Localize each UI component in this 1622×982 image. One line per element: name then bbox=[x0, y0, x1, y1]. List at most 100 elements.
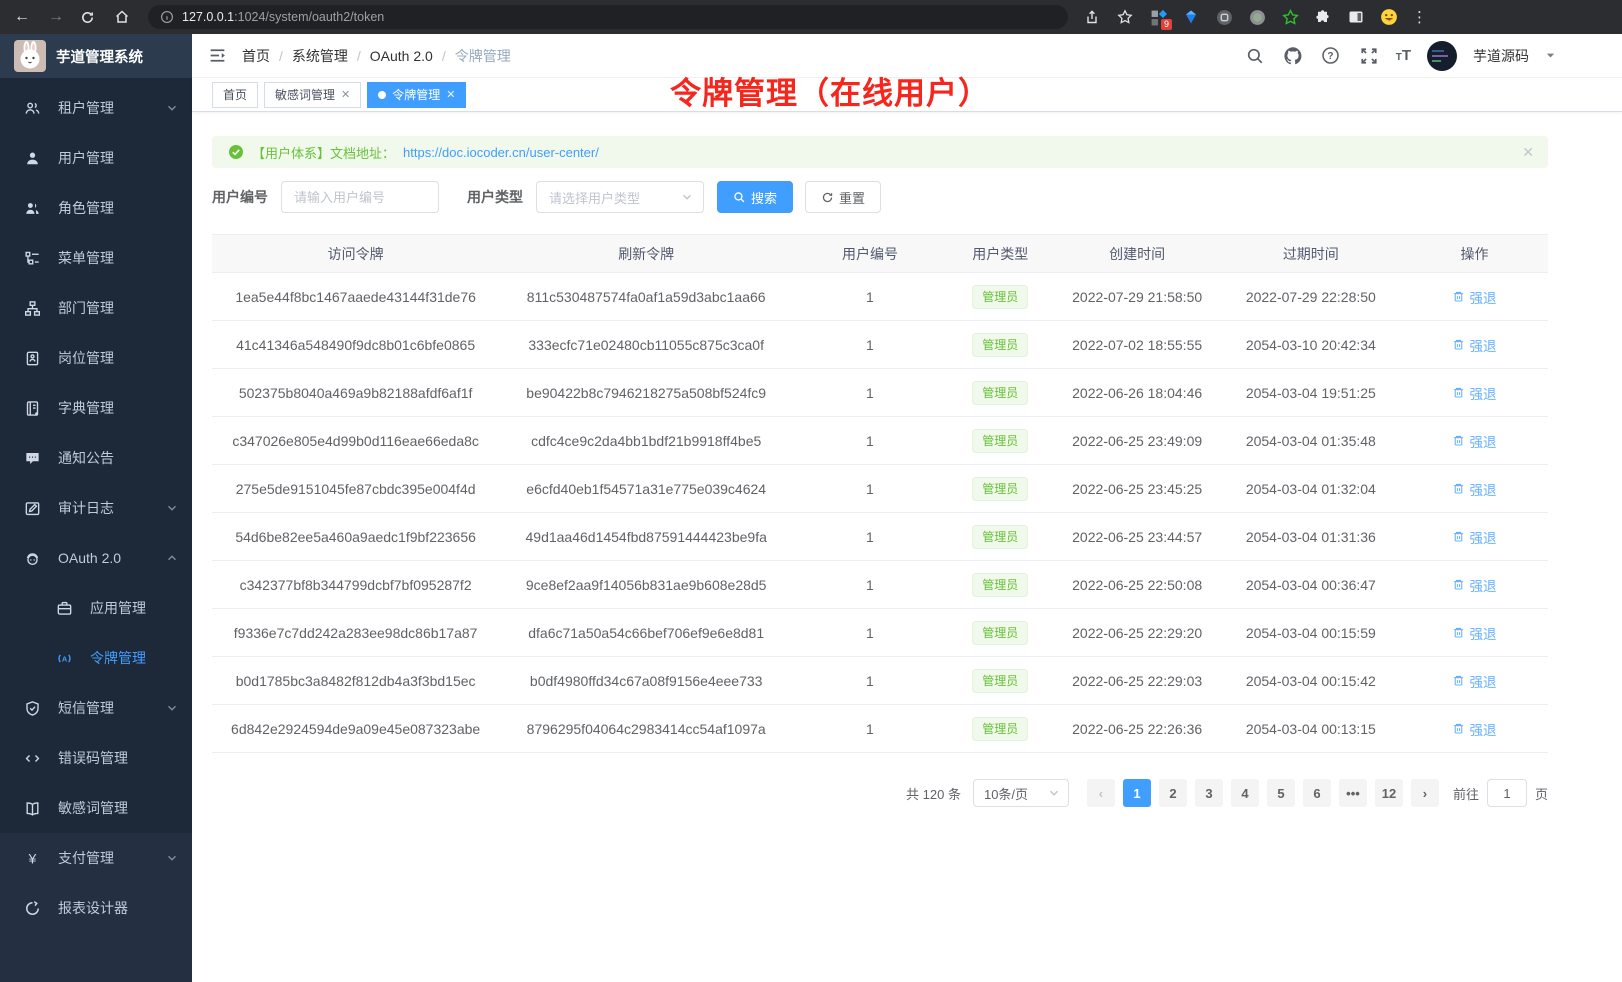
cell-created-time: 2022-06-25 22:29:20 bbox=[1054, 625, 1221, 641]
cell-refresh-token: b0df4980ffd34c67a08f9156e4eee733 bbox=[499, 673, 793, 689]
force-logout-button[interactable]: 强退 bbox=[1452, 479, 1496, 499]
cell-refresh-token: 811c530487574fa0af1a59d3abc1aa66 bbox=[499, 289, 793, 305]
font-size-icon[interactable]: TT bbox=[1396, 47, 1411, 64]
profile-emoji-icon[interactable] bbox=[1379, 7, 1399, 27]
force-logout-button[interactable]: 强退 bbox=[1452, 719, 1496, 739]
extension-blocks-icon[interactable]: 9 bbox=[1148, 7, 1168, 27]
chevron-down-icon bbox=[166, 702, 178, 714]
force-logout-button[interactable]: 强退 bbox=[1452, 335, 1496, 355]
extensions-puzzle-icon[interactable] bbox=[1313, 7, 1333, 27]
force-logout-button[interactable]: 强退 bbox=[1452, 623, 1496, 643]
doc-link[interactable]: https://doc.iocoder.cn/user-center/ bbox=[403, 145, 599, 160]
force-logout-button[interactable]: 强退 bbox=[1452, 287, 1496, 307]
sidebar-item-post[interactable]: 岗位管理 bbox=[0, 333, 192, 383]
cell-access-token: 1ea5e44f8bc1467aaede43144f31de76 bbox=[212, 289, 499, 305]
sidebar-toggle-icon[interactable] bbox=[1346, 7, 1366, 27]
user-type-select[interactable]: 请选择用户类型 bbox=[536, 181, 704, 213]
cell-actions: 强退 bbox=[1401, 719, 1548, 739]
force-logout-button[interactable]: 强退 bbox=[1452, 671, 1496, 691]
chevron-down-icon bbox=[166, 502, 178, 514]
cell-user-type: 管理员 bbox=[947, 333, 1054, 357]
alert-close-icon[interactable]: ✕ bbox=[1522, 144, 1534, 161]
sidebar-item-report-designer[interactable]: 报表设计器 bbox=[0, 883, 192, 933]
fullscreen-icon[interactable] bbox=[1358, 45, 1380, 67]
bookmark-star-icon[interactable] bbox=[1115, 7, 1135, 27]
sidebar-item-tenant[interactable]: 租户管理 bbox=[0, 83, 192, 133]
trash-icon bbox=[1452, 482, 1465, 495]
tab-sensitive-word[interactable]: 敏感词管理 ✕ bbox=[264, 82, 361, 108]
page-button-5[interactable]: 5 bbox=[1267, 779, 1295, 807]
browser-home-button[interactable] bbox=[114, 9, 134, 25]
sidebar-item-oauth2-token[interactable]: A 令牌管理 bbox=[0, 633, 192, 683]
browser-forward-button[interactable]: → bbox=[46, 8, 66, 26]
page-button-4[interactable]: 4 bbox=[1231, 779, 1259, 807]
sidebar-item-menu[interactable]: 菜单管理 bbox=[0, 233, 192, 283]
sidebar-item-sensitive-word[interactable]: 敏感词管理 bbox=[0, 783, 192, 833]
tab-token[interactable]: 令牌管理 ✕ bbox=[367, 82, 466, 108]
sidebar-item-audit-log[interactable]: 审计日志 bbox=[0, 483, 192, 533]
page-button-2[interactable]: 2 bbox=[1159, 779, 1187, 807]
sidebar-item-oauth2[interactable]: OAuth 2.0 bbox=[0, 533, 192, 583]
site-info-icon[interactable] bbox=[160, 10, 174, 24]
page-button-3[interactable]: 3 bbox=[1195, 779, 1223, 807]
sidebar-item-sms[interactable]: 短信管理 bbox=[0, 683, 192, 733]
username[interactable]: 芋道源码 bbox=[1473, 46, 1529, 66]
help-icon[interactable]: ? bbox=[1320, 45, 1342, 67]
goto-page-input[interactable] bbox=[1487, 779, 1527, 807]
github-icon[interactable] bbox=[1282, 45, 1304, 67]
close-icon[interactable]: ✕ bbox=[446, 88, 455, 101]
breadcrumb-home[interactable]: 首页 bbox=[242, 46, 270, 66]
user-type-tag: 管理员 bbox=[972, 525, 1028, 549]
cell-created-time: 2022-06-25 22:26:36 bbox=[1054, 721, 1221, 737]
close-icon[interactable]: ✕ bbox=[341, 88, 350, 101]
page-button-6[interactable]: 6 bbox=[1303, 779, 1331, 807]
prev-page-button[interactable]: ‹ bbox=[1087, 779, 1115, 807]
cell-actions: 强退 bbox=[1401, 575, 1548, 595]
force-logout-button[interactable]: 强退 bbox=[1452, 431, 1496, 451]
force-logout-button[interactable]: 强退 bbox=[1452, 527, 1496, 547]
page-button-12[interactable]: 12 bbox=[1375, 779, 1403, 807]
hamburger-icon[interactable] bbox=[192, 34, 242, 78]
share-icon[interactable] bbox=[1082, 7, 1102, 27]
sidebar-item-notice[interactable]: 通知公告 bbox=[0, 433, 192, 483]
page-size-select[interactable]: 10条/页 bbox=[973, 779, 1069, 807]
sidebar-item-error-code[interactable]: 错误码管理 bbox=[0, 733, 192, 783]
browser-menu-icon[interactable]: ⋮ bbox=[1412, 8, 1427, 26]
top-navbar: 首页 / 系统管理 / OAuth 2.0 / 令牌管理 ? bbox=[192, 34, 1622, 78]
page-ellipsis[interactable]: ••• bbox=[1339, 779, 1367, 807]
browser-reload-button[interactable] bbox=[80, 10, 100, 25]
search-icon[interactable] bbox=[1244, 45, 1266, 67]
sidebar-item-dict[interactable]: 字典管理 bbox=[0, 383, 192, 433]
col-user-type: 用户类型 bbox=[947, 244, 1054, 264]
extension-gem-icon[interactable] bbox=[1181, 7, 1201, 27]
breadcrumb-system[interactable]: 系统管理 bbox=[292, 46, 348, 66]
reset-button[interactable]: 重置 bbox=[805, 181, 881, 213]
search-button[interactable]: 搜索 bbox=[717, 181, 793, 213]
page-button-1[interactable]: 1 bbox=[1123, 779, 1151, 807]
col-access-token: 访问令牌 bbox=[212, 244, 499, 264]
extension-record-icon[interactable] bbox=[1247, 7, 1267, 27]
next-page-button[interactable]: › bbox=[1411, 779, 1439, 807]
browser-back-button[interactable]: ← bbox=[12, 8, 32, 26]
sidebar-item-pay[interactable]: ¥ 支付管理 bbox=[0, 833, 192, 883]
tab-home[interactable]: 首页 bbox=[212, 82, 258, 108]
force-logout-button[interactable]: 强退 bbox=[1452, 383, 1496, 403]
extension-star-icon[interactable] bbox=[1280, 7, 1300, 27]
cell-created-time: 2022-07-29 21:58:50 bbox=[1054, 289, 1221, 305]
shield-check-icon bbox=[24, 699, 42, 717]
sidebar-item-user[interactable]: 用户管理 bbox=[0, 133, 192, 183]
app-logo[interactable]: 芋道管理系统 bbox=[0, 34, 192, 78]
sidebar-item-role[interactable]: 角色管理 bbox=[0, 183, 192, 233]
force-logout-button[interactable]: 强退 bbox=[1452, 575, 1496, 595]
caret-down-icon[interactable] bbox=[1545, 50, 1556, 61]
address-bar[interactable]: 127.0.0.1:1024/system/oauth2/token bbox=[148, 5, 1068, 29]
breadcrumb-oauth2[interactable]: OAuth 2.0 bbox=[370, 48, 433, 64]
table-row: 41c41346a548490f9dc8b01c6bfe0865333ecfc7… bbox=[212, 321, 1548, 369]
extension-command-icon[interactable] bbox=[1214, 7, 1234, 27]
breadcrumb-current: 令牌管理 bbox=[455, 46, 511, 66]
table-row: b0d1785bc3a8482f812db4a3f3bd15ecb0df4980… bbox=[212, 657, 1548, 705]
sidebar-item-dept[interactable]: 部门管理 bbox=[0, 283, 192, 333]
sidebar-item-oauth2-app[interactable]: 应用管理 bbox=[0, 583, 192, 633]
user-id-input[interactable] bbox=[281, 181, 439, 213]
avatar[interactable] bbox=[1427, 41, 1457, 71]
